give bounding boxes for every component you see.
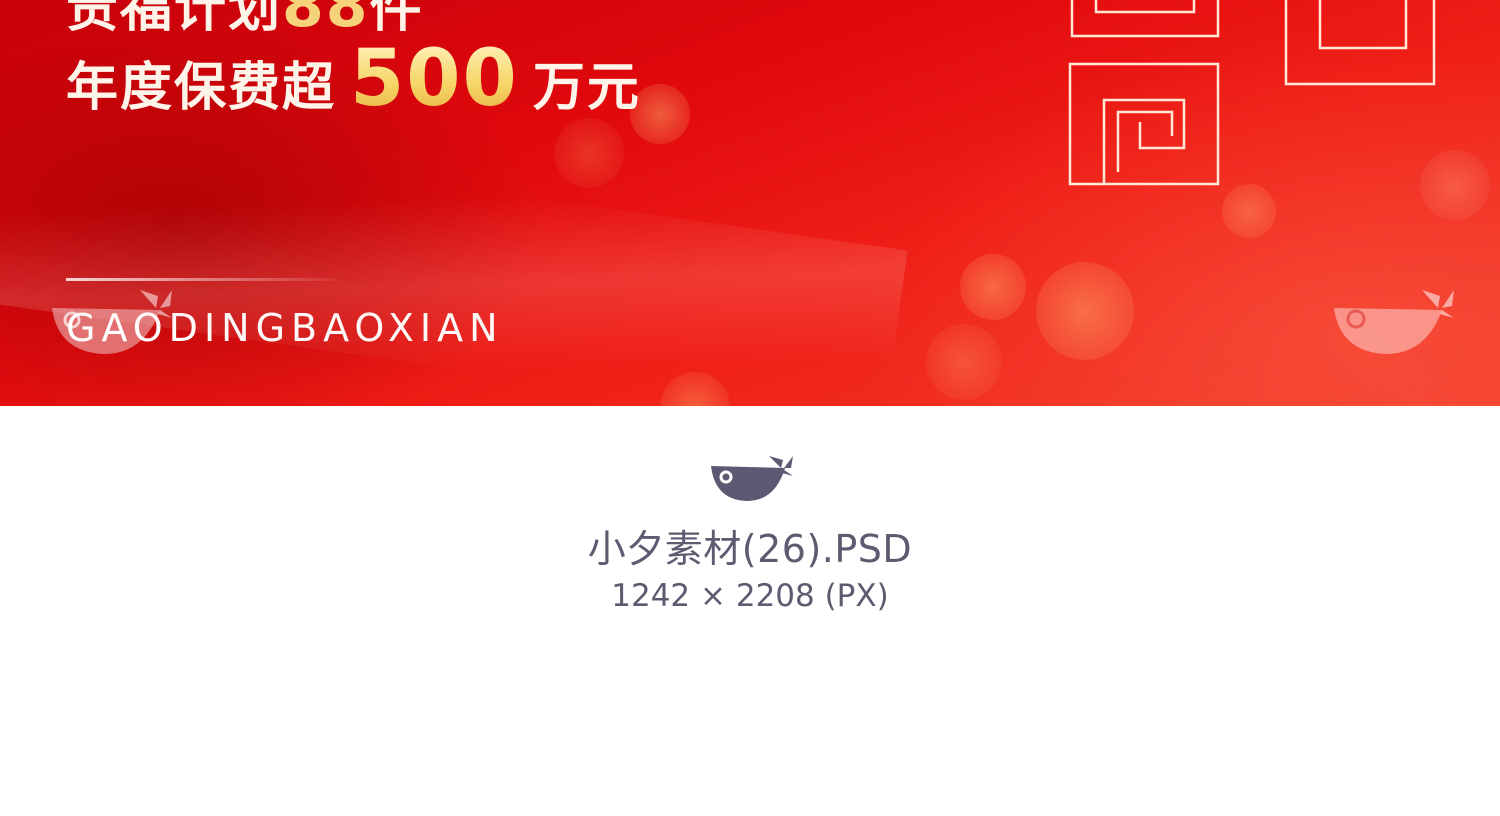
brand-english-name: GAODINGBAOXIAN: [66, 306, 504, 350]
bokeh-light: [554, 118, 624, 188]
fish-bowl-logo-icon: [711, 456, 793, 501]
decorative-divider: [66, 278, 336, 281]
bokeh-light: [926, 324, 1002, 400]
headline-line-2: 年度保费超 500 万元: [66, 34, 641, 124]
fish-watermark-icon: [1334, 290, 1454, 354]
bokeh-light: [1036, 262, 1134, 360]
headline-2-prefix: 年度保费超: [66, 58, 337, 118]
headline-2-number: 500: [350, 34, 519, 124]
geometric-ornament-icon: [1068, 0, 1436, 186]
bokeh-light: [660, 372, 730, 406]
headline-2-suffix: 万元: [532, 58, 641, 118]
file-dimensions: 1242 × 2208 (PX): [611, 578, 889, 614]
promo-banner-image: 责福计划88件 年度保费超 500 万元 GAODINGBAOXIAN: [0, 0, 1500, 406]
file-name: 小夕素材(26).PSD: [587, 527, 913, 571]
bokeh-light: [960, 254, 1026, 320]
headline-line-1: 责福计划88件: [66, 0, 424, 41]
